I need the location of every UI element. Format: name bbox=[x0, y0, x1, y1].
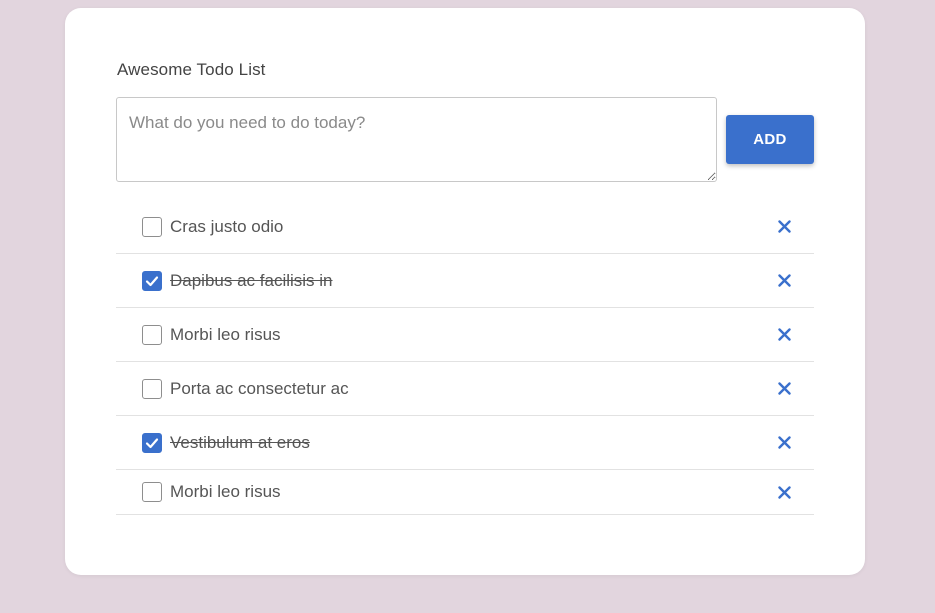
todo-item: Cras justo odio bbox=[116, 200, 814, 254]
todo-input[interactable] bbox=[116, 97, 717, 182]
todo-list: Cras justo odio Dapibus ac facilisis in … bbox=[116, 200, 814, 515]
todo-checkbox[interactable] bbox=[142, 216, 162, 237]
close-icon bbox=[777, 382, 791, 395]
todo-item: Morbi leo risus bbox=[116, 308, 814, 362]
delete-button[interactable] bbox=[776, 435, 792, 451]
todo-label: Morbi leo risus bbox=[170, 324, 281, 344]
todo-item: Morbi leo risus bbox=[116, 470, 814, 515]
todo-label: Vestibulum at eros bbox=[170, 432, 310, 452]
delete-button[interactable] bbox=[776, 327, 792, 343]
todo-item: Vestibulum at eros bbox=[116, 416, 814, 470]
todo-checkbox[interactable] bbox=[142, 378, 162, 399]
todo-label: Cras justo odio bbox=[170, 216, 284, 236]
todo-checkbox[interactable] bbox=[142, 270, 162, 291]
close-icon bbox=[777, 220, 791, 233]
close-icon bbox=[777, 274, 791, 287]
checkmark-icon bbox=[145, 275, 159, 286]
checkmark-icon bbox=[145, 437, 159, 448]
close-icon bbox=[777, 485, 791, 499]
delete-button[interactable] bbox=[776, 484, 792, 500]
todo-card: Awesome Todo List ADD Cras justo odio Da… bbox=[65, 8, 865, 575]
todo-checkbox[interactable] bbox=[142, 324, 162, 345]
page-title: Awesome Todo List bbox=[117, 60, 266, 79]
delete-button[interactable] bbox=[776, 273, 792, 289]
close-icon bbox=[777, 436, 791, 449]
todo-item: Dapibus ac facilisis in bbox=[116, 254, 814, 308]
todo-item: Porta ac consectetur ac bbox=[116, 362, 814, 416]
delete-button[interactable] bbox=[776, 219, 792, 235]
close-icon bbox=[777, 328, 791, 341]
todo-label: Morbi leo risus bbox=[170, 482, 281, 501]
delete-button[interactable] bbox=[776, 381, 792, 397]
todo-label: Porta ac consectetur ac bbox=[170, 378, 349, 398]
todo-checkbox[interactable] bbox=[142, 432, 162, 453]
todo-checkbox[interactable] bbox=[142, 482, 162, 502]
todo-label: Dapibus ac facilisis in bbox=[170, 270, 333, 290]
add-button[interactable]: ADD bbox=[726, 115, 814, 164]
